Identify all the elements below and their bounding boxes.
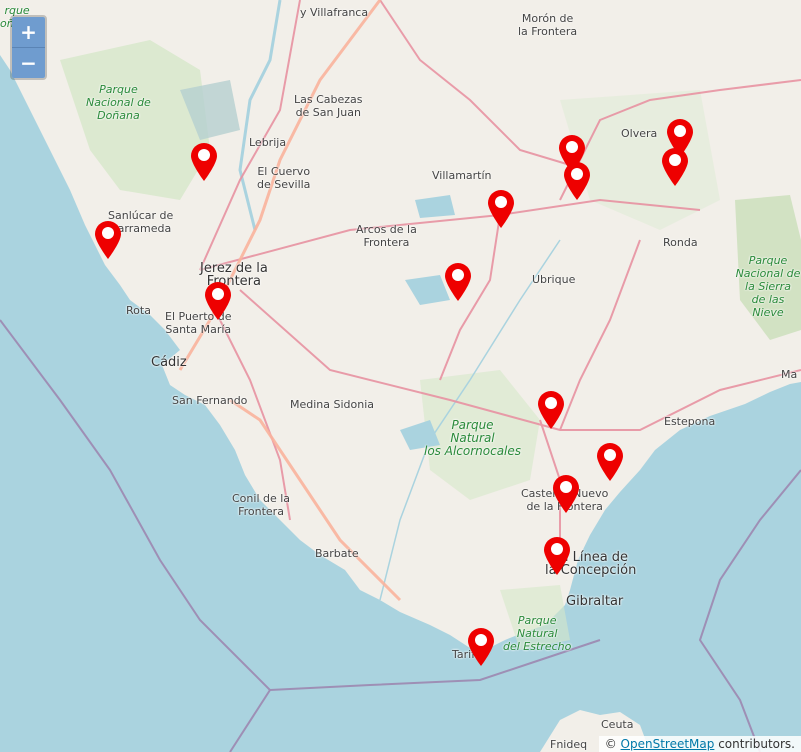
map-view[interactable]: y VillafrancaMorón de la Fronterarque oñ… (0, 0, 801, 752)
map-marker-icon[interactable] (536, 390, 566, 430)
map-marker-icon[interactable] (203, 281, 233, 321)
label-ubrique: Ubrique (532, 273, 576, 286)
label-san-fernando: San Fernando (172, 394, 248, 407)
label-marbella: Ma (781, 368, 798, 381)
label-conil: Conil de la Frontera (232, 492, 291, 518)
map-marker-icon[interactable] (551, 474, 581, 514)
label-moron: Morón de la Frontera (518, 12, 578, 38)
map-marker-icon[interactable] (93, 220, 123, 260)
label-ronda: Ronda (663, 236, 698, 249)
label-el-cuervo: El Cuervo de Sevilla (257, 165, 311, 191)
map-marker-icon[interactable] (466, 627, 496, 667)
label-arcos: Arcos de la Frontera (356, 223, 417, 249)
label-ceuta: Ceuta (601, 718, 634, 731)
map-marker-icon[interactable] (660, 147, 690, 187)
label-las-cabezas: Las Cabezas de San Juan (294, 93, 363, 119)
map-marker-icon[interactable] (542, 536, 572, 576)
zoom-control: + − (10, 15, 47, 80)
label-olvera: Olvera (621, 127, 658, 140)
label-sierra-nieves: Parque Nacional de la Sierra de las Niev… (735, 254, 801, 319)
label-villamartin: Villamartín (432, 169, 492, 182)
label-cadiz: Cádiz (151, 355, 187, 370)
map-marker-icon[interactable] (562, 161, 592, 201)
label-barbate: Barbate (315, 547, 359, 560)
map-marker-icon[interactable] (189, 142, 219, 182)
zoom-in-button[interactable]: + (12, 17, 45, 48)
attribution-prefix: © (604, 737, 617, 751)
label-fnideq: Fnideq (550, 738, 588, 751)
openstreetmap-link[interactable]: OpenStreetMap (621, 737, 715, 751)
map-marker-icon[interactable] (486, 189, 516, 229)
label-medina: Medina Sidonia (290, 398, 375, 411)
map-marker-icon[interactable] (443, 262, 473, 302)
label-estepona: Estepona (664, 415, 716, 428)
attribution: © OpenStreetMap contributors. (598, 736, 801, 752)
zoom-out-button[interactable]: − (12, 48, 45, 78)
label-estrecho: Parque Natural del Estrecho (503, 614, 572, 653)
label-gibraltar: Gibraltar (566, 594, 624, 609)
attribution-suffix: contributors. (714, 737, 795, 751)
label-lebrija: Lebrija (249, 136, 287, 149)
label-villafranca: y Villafranca (300, 6, 369, 19)
label-parque-donana: Parque Nacional de Doñana (86, 83, 151, 122)
map-marker-icon[interactable] (595, 442, 625, 482)
label-rota: Rota (126, 304, 151, 317)
label-alcornocales: Parque Natural los Alcornocales (424, 418, 522, 458)
